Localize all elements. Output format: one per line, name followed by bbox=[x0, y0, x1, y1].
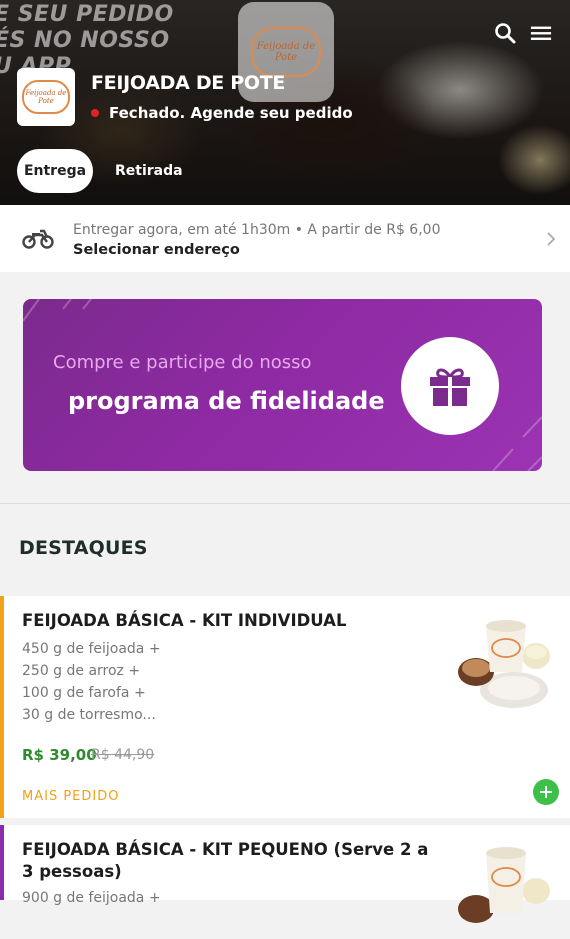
product-image bbox=[458, 620, 550, 708]
product-card[interactable]: FEIJOADA BÁSICA - KIT INDIVIDUAL 450 g d… bbox=[0, 596, 570, 818]
product-description: 900 g de feijoada + bbox=[22, 887, 161, 909]
header-actions bbox=[494, 22, 552, 44]
banner-title: programa de fidelidade bbox=[68, 387, 385, 415]
store-logo: Feijoada de Pote bbox=[17, 68, 75, 126]
tab-entrega[interactable]: Entrega bbox=[17, 149, 93, 193]
section-divider bbox=[0, 503, 570, 504]
description-line: 30 g de torresmo... bbox=[22, 707, 156, 723]
description-line: 450 g de feijoada + bbox=[22, 641, 161, 657]
banner-subtitle: Compre e participe do nosso bbox=[53, 352, 312, 373]
description-line: 250 g de arroz + bbox=[22, 663, 141, 679]
motorcycle-icon bbox=[22, 229, 54, 249]
delivery-info: Entregar agora, em até 1h30m • A partir … bbox=[73, 222, 441, 238]
order-type-tabs: Entrega Retirada bbox=[17, 149, 195, 193]
status-dot-icon bbox=[91, 109, 99, 117]
product-title: FEIJOADA BÁSICA - KIT INDIVIDUAL bbox=[22, 611, 347, 630]
most-ordered-badge: MAIS PEDIDO bbox=[22, 789, 120, 804]
chevron-right-icon bbox=[547, 232, 556, 246]
description-line: 900 g de feijoada + bbox=[22, 890, 161, 906]
product-title: FEIJOADA BÁSICA - KIT PEQUENO (Serve 2 a… bbox=[22, 840, 429, 881]
tab-retirada[interactable]: Retirada bbox=[103, 149, 195, 193]
loyalty-banner[interactable]: Compre e participe do nosso programa de … bbox=[23, 299, 542, 471]
store-name: FEIJOADA DE POTE bbox=[91, 72, 286, 94]
gift-circle bbox=[401, 337, 499, 435]
select-address-link[interactable]: Selecionar endereço bbox=[73, 242, 240, 258]
delivery-address-row[interactable]: Entregar agora, em até 1h30m • A partir … bbox=[0, 205, 570, 272]
description-line: 100 g de farofa + bbox=[22, 685, 146, 701]
search-icon[interactable] bbox=[494, 22, 516, 44]
store-status: Fechado. Agende seu pedido bbox=[91, 104, 353, 122]
store-status-text: Fechado. Agende seu pedido bbox=[109, 104, 353, 122]
section-title: DESTAQUES bbox=[19, 537, 148, 559]
product-old-price: R$ 44,90 bbox=[91, 747, 155, 763]
product-card[interactable]: FEIJOADA BÁSICA - KIT PEQUENO (Serve 2 a… bbox=[0, 825, 570, 923]
menu-icon[interactable] bbox=[530, 22, 552, 44]
product-description: 450 g de feijoada + 250 g de arroz + 100… bbox=[22, 638, 161, 726]
store-header: E SEU PEDIDO ÉS NO NOSSO U APP Feijoada … bbox=[0, 0, 570, 205]
store-logo-text: Feijoada de Pote bbox=[22, 80, 70, 114]
product-price: R$ 39,00 bbox=[22, 746, 97, 764]
plus-icon bbox=[540, 786, 552, 798]
product-image bbox=[458, 847, 550, 923]
gift-icon bbox=[430, 368, 470, 406]
add-to-cart-button[interactable] bbox=[533, 779, 559, 805]
hero-promo-line: ÉS NO NOSSO bbox=[0, 28, 170, 53]
hero-logo-text: Feijoada de Pote bbox=[251, 27, 321, 77]
hero-promo-line: E SEU PEDIDO bbox=[0, 2, 174, 27]
